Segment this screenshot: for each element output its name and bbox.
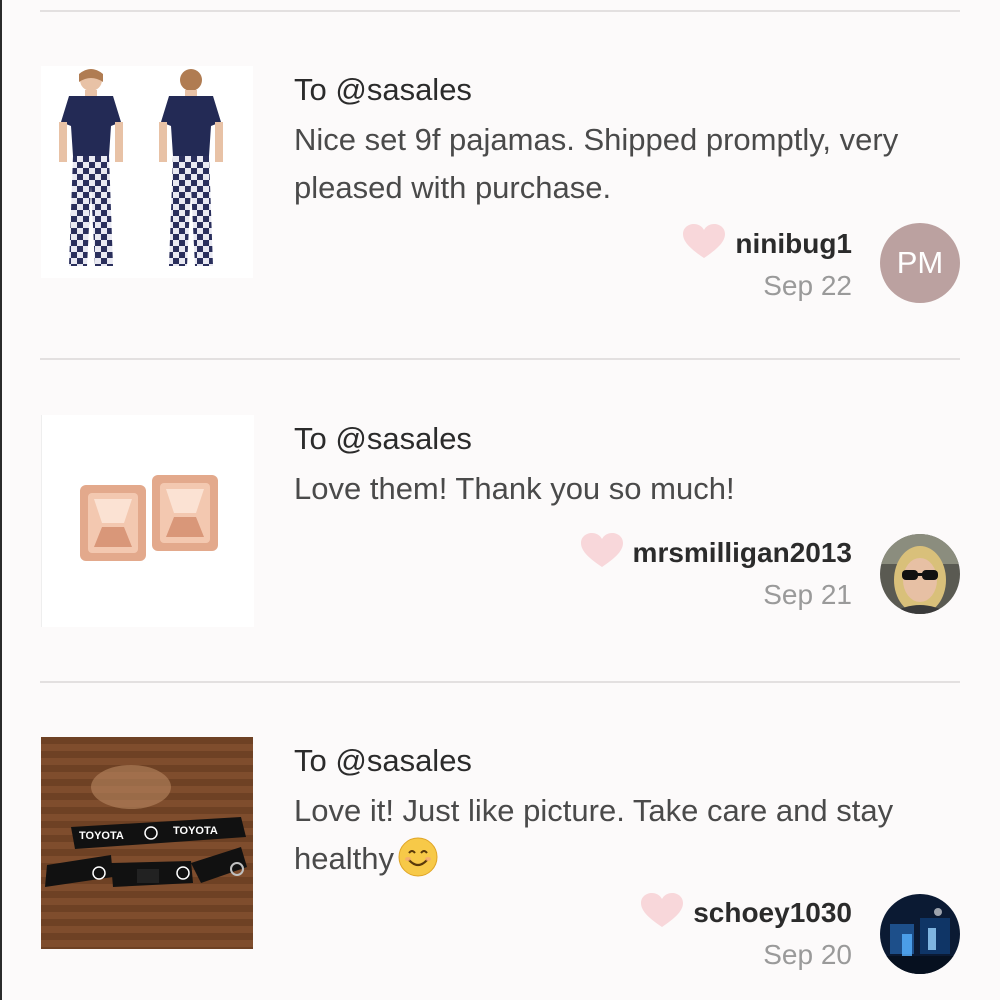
reviewer-username[interactable]: ninibug1 <box>735 228 852 260</box>
divider <box>40 681 960 683</box>
review-meta: mrsmilligan2013 Sep 21 <box>580 532 852 611</box>
review-message-text: Love it! Just like picture. Take care an… <box>294 793 894 876</box>
lanyard-image: TOYOTA TOYOTA <box>41 737 253 949</box>
avatar[interactable]: PM <box>880 223 960 303</box>
review-recipient: To @sasales <box>294 72 472 107</box>
lanyard-thumbnail[interactable]: TOYOTA TOYOTA <box>41 737 253 949</box>
reviewer-username[interactable]: schoey1030 <box>693 897 852 929</box>
heart-icon[interactable] <box>683 223 726 265</box>
review-meta: ninibug1 Sep 22 <box>683 223 852 302</box>
review-date: Sep 22 <box>763 270 852 301</box>
review-message: Love them! Thank you so much! <box>294 471 735 506</box>
divider <box>40 358 960 360</box>
avatar[interactable] <box>880 894 960 974</box>
review-recipient: To @sasales <box>294 743 472 778</box>
avatar[interactable] <box>880 534 960 614</box>
pajama-image <box>41 66 253 278</box>
lanyard-print: TOYOTA <box>79 830 124 842</box>
avatar-photo <box>880 894 960 974</box>
review-item: To @sasales Love them! Thank you so much… <box>0 415 1000 655</box>
review-item: To @sasales Nice set 9f pajamas. Shipped… <box>0 66 1000 306</box>
review-recipient: To @sasales <box>294 421 472 456</box>
lanyard-print: TOYOTA <box>173 825 218 837</box>
review-date: Sep 21 <box>763 579 852 610</box>
review-meta: schoey1030 Sep 20 <box>641 892 852 971</box>
pajama-set-thumbnail[interactable] <box>41 66 253 278</box>
heart-icon[interactable] <box>580 532 623 574</box>
earrings-thumbnail[interactable] <box>41 415 254 627</box>
avatar-initials: PM <box>896 245 944 280</box>
divider <box>40 10 960 12</box>
avatar-photo <box>880 534 960 614</box>
review-date: Sep 20 <box>763 939 852 970</box>
review-message: Love it! Just like picture. Take care an… <box>294 787 934 891</box>
reviewer-username[interactable]: mrsmilligan2013 <box>633 537 852 569</box>
earrings-image <box>42 415 254 627</box>
smiling-face-emoji-icon <box>398 837 438 891</box>
heart-icon[interactable] <box>641 892 684 934</box>
review-item: TOYOTA TOYOTA To @sasales Love it! Just … <box>0 737 1000 977</box>
review-message: Nice set 9f pajamas. Shipped promptly, v… <box>294 122 899 205</box>
